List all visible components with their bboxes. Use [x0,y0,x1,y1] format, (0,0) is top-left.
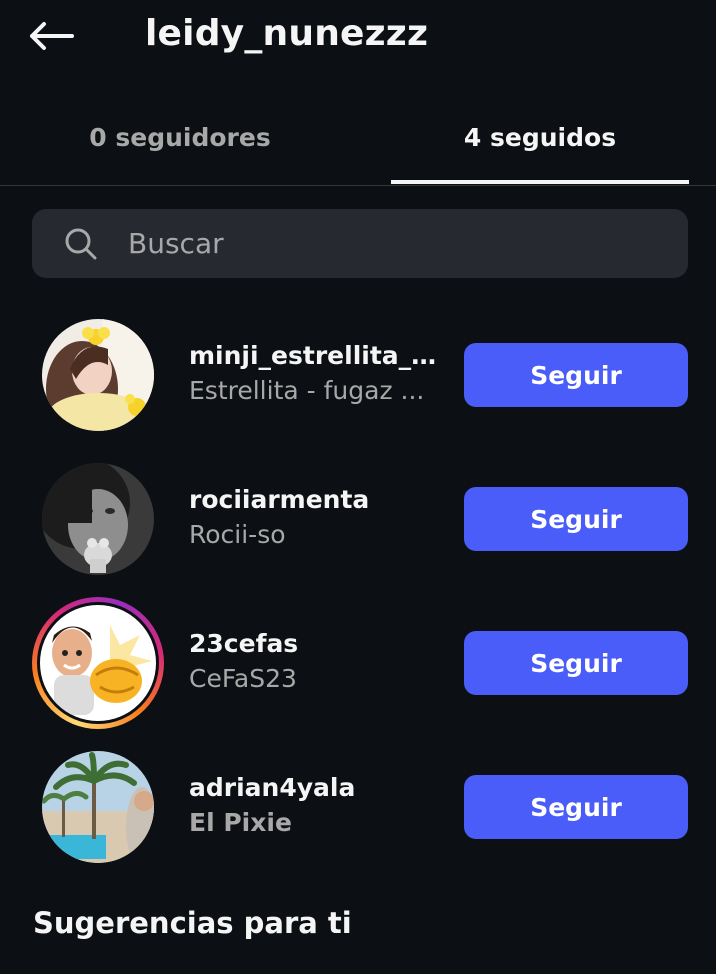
following-screen: leidy_nunezzz 0 seguidores 4 seguidos Bu… [0,0,716,974]
suggestions-heading: Sugerencias para ti [33,906,352,940]
username: adrian4yala [189,773,356,802]
search-input[interactable] [128,209,668,278]
full-name: Estrellita - fugaz ... [189,376,425,405]
tabs-divider [0,185,716,186]
list-item: adrian4yala El Pixie Seguir [0,751,716,891]
avatar[interactable] [40,605,156,721]
avatar[interactable] [42,319,154,431]
list-item: minji_estrellita_fu... Estrellita - fuga… [0,319,716,459]
username: minji_estrellita_fu... [189,341,447,370]
search-icon [65,228,97,260]
username: rociiarmenta [189,485,370,514]
avatar-cartoon-icon [40,605,156,721]
full-name: CeFaS23 [189,664,297,693]
follow-button[interactable]: Seguir [464,343,688,407]
follow-button[interactable]: Seguir [464,487,688,551]
search-bar[interactable] [32,209,688,278]
full-name: Rocii-so [189,520,286,549]
page-title: leidy_nunezzz [145,13,429,54]
avatar[interactable] [42,751,154,863]
arrow-left-icon [30,22,74,50]
avatar-palm-trees-icon [42,751,154,863]
avatar-photo-bw-icon [42,463,154,575]
user-info[interactable]: minji_estrellita_fu... Estrellita - fuga… [189,339,447,409]
avatar-photo-girl-icon [42,319,154,431]
back-button[interactable] [28,12,84,60]
active-tab-indicator [391,180,689,184]
avatar[interactable] [42,463,154,575]
user-info[interactable]: 23cefas CeFaS23 [189,627,447,697]
full-name: El Pixie [189,808,292,837]
user-info[interactable]: adrian4yala El Pixie [189,771,447,841]
tab-following[interactable]: 4 seguidos [391,100,689,184]
tabs: 0 seguidores 4 seguidos [0,100,716,186]
follow-button[interactable]: Seguir [464,775,688,839]
list-item: rociiarmenta Rocii-so Seguir [0,463,716,603]
tab-followers[interactable]: 0 seguidores [0,100,360,184]
list-item: 23cefas CeFaS23 Seguir [0,597,716,747]
user-info[interactable]: rociiarmenta Rocii-so [189,483,447,553]
username: 23cefas [189,629,299,658]
follow-button[interactable]: Seguir [464,631,688,695]
